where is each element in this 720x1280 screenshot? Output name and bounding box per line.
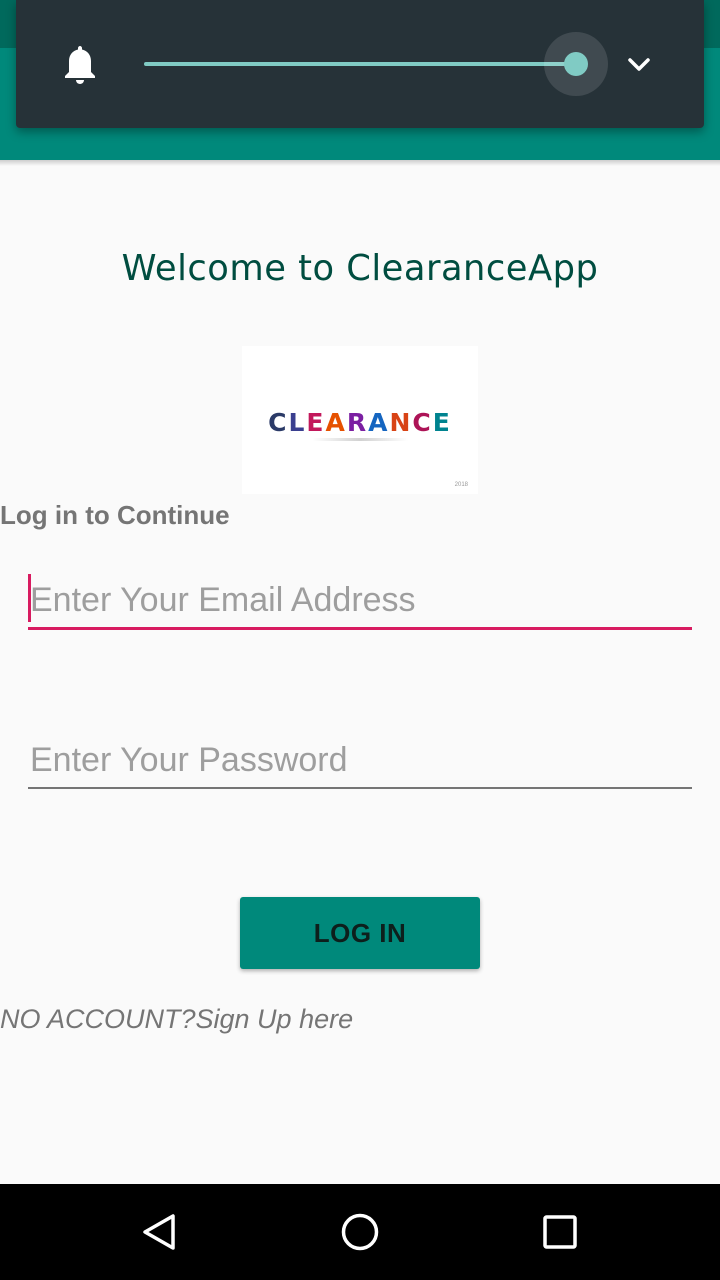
logo-text: CLEARANCE <box>268 408 452 437</box>
password-underline <box>28 787 692 789</box>
email-underline <box>28 627 692 630</box>
back-icon[interactable] <box>140 1212 180 1252</box>
logo-underline <box>312 438 408 441</box>
volume-slider-track[interactable] <box>144 62 576 66</box>
home-icon[interactable] <box>340 1212 380 1252</box>
login-heading: Log in to Continue <box>0 500 230 530</box>
password-field <box>28 732 692 789</box>
login-button[interactable]: LOG IN <box>240 897 480 969</box>
password-input[interactable] <box>28 732 692 788</box>
bell-icon[interactable] <box>60 42 100 86</box>
email-field <box>28 572 692 630</box>
logo-small-text: 2018 <box>454 482 468 488</box>
email-input[interactable] <box>28 572 692 628</box>
volume-slider-thumb[interactable] <box>564 52 588 76</box>
recents-icon[interactable] <box>540 1212 580 1252</box>
volume-panel <box>16 0 704 128</box>
text-cursor <box>28 574 31 622</box>
welcome-title: Welcome to ClearanceApp <box>121 248 599 289</box>
app-bar-shadow <box>0 160 720 166</box>
clearance-logo: CLEARANCE 2018 <box>242 346 478 494</box>
signup-link[interactable]: NO ACCOUNT?Sign Up here <box>0 1004 353 1035</box>
chevron-down-icon[interactable] <box>624 50 654 80</box>
